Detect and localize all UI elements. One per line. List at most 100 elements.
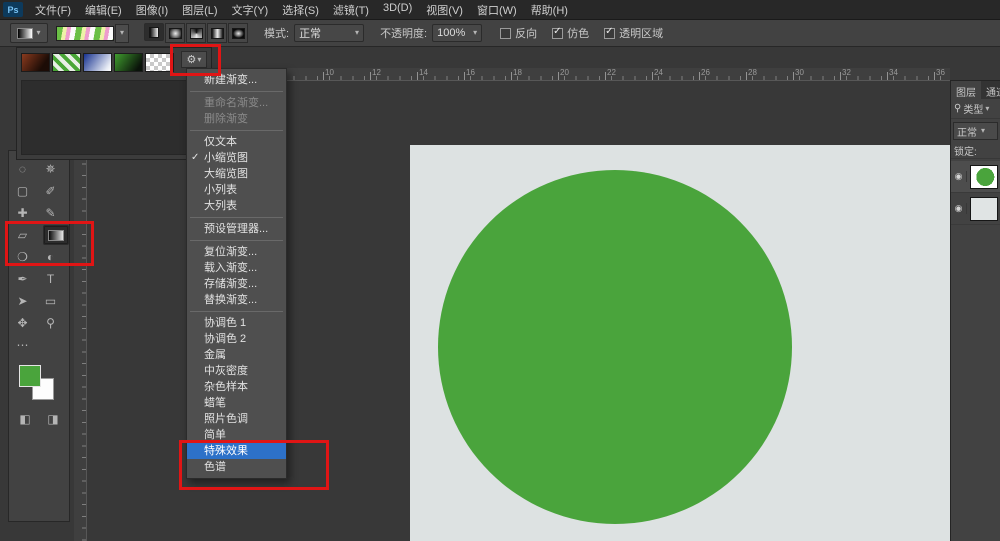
- flyout-menu-item[interactable]: 替换渐变...: [187, 292, 286, 308]
- flyout-menu-item[interactable]: 简单: [187, 427, 286, 443]
- menu-item[interactable]: 图像(I): [129, 2, 175, 18]
- option-checkbox[interactable]: 透明区域: [604, 25, 663, 41]
- flyout-menu-item[interactable]: 重命名渐变...: [187, 95, 286, 111]
- tool-button[interactable]: ◧: [12, 409, 38, 429]
- flyout-menu-item[interactable]: 预设管理器...: [187, 221, 286, 237]
- tool-button[interactable]: ✒: [10, 269, 36, 289]
- option-checkbox[interactable]: 仿色: [552, 25, 589, 41]
- menu-item[interactable]: 编辑(E): [78, 2, 129, 18]
- flyout-menu-item[interactable]: 大列表: [187, 198, 286, 214]
- tool-button[interactable]: [43, 225, 69, 245]
- gradient-swatch[interactable]: [52, 53, 81, 72]
- tab-channels[interactable]: 通道: [981, 81, 1000, 99]
- flyout-menu-item[interactable]: 小列表: [187, 182, 286, 198]
- flyout-menu-item[interactable]: 金属: [187, 347, 286, 363]
- visibility-eye-icon[interactable]: ◉: [951, 171, 967, 182]
- gradient-type-button[interactable]: [207, 23, 227, 43]
- menu-item[interactable]: 文字(Y): [225, 2, 276, 18]
- menu-item[interactable]: 选择(S): [275, 2, 326, 18]
- tool-button[interactable]: ⋯: [10, 335, 36, 355]
- tool-button[interactable]: [38, 335, 64, 355]
- flyout-menu-item[interactable]: 照片色调: [187, 411, 286, 427]
- layer-row[interactable]: ◉: [951, 161, 1000, 193]
- tool-button[interactable]: ❍: [10, 247, 36, 267]
- tool-preset-picker[interactable]: ▾: [10, 23, 48, 43]
- flyout-menu-item[interactable]: 蜡笔: [187, 395, 286, 411]
- gradient-swatch[interactable]: [21, 53, 50, 72]
- tool-button[interactable]: ✚: [10, 203, 36, 223]
- gradient-type-button[interactable]: [144, 23, 164, 41]
- flyout-menu-item[interactable]: 复位渐变...: [187, 244, 286, 260]
- layer-row[interactable]: ◉: [951, 193, 1000, 225]
- tool-button[interactable]: ✵: [38, 159, 64, 179]
- flyout-menu-item[interactable]: 仅文本: [187, 134, 286, 150]
- menu-item[interactable]: 窗口(W): [470, 2, 524, 18]
- layer-filter-row[interactable]: ⚲ 类型 ▾: [951, 99, 1000, 119]
- blend-mode-select[interactable]: 正常 ▾: [953, 122, 998, 140]
- gradient-preview[interactable]: [56, 26, 114, 41]
- gradient-swatch[interactable]: [83, 53, 112, 72]
- flyout-menu-item[interactable]: 删除渐变: [187, 111, 286, 127]
- option-checkbox[interactable]: 反向: [500, 25, 537, 41]
- tool-button[interactable]: ▭: [38, 291, 64, 311]
- menu-item[interactable]: 滤镜(T): [326, 2, 376, 18]
- flyout-menu-item[interactable]: [190, 311, 283, 312]
- tool-button[interactable]: ✥: [10, 313, 36, 333]
- gradient-swatch[interactable]: [114, 53, 143, 72]
- chevron-down-icon: ▾: [985, 105, 989, 113]
- tool-row: ✥ ⚲: [10, 313, 69, 333]
- tool-button[interactable]: ✐: [38, 181, 64, 201]
- mode-select[interactable]: 正常 ▾: [294, 24, 364, 42]
- flyout-menu-item[interactable]: 大缩览图: [187, 166, 286, 182]
- checkbox-label: 仿色: [567, 25, 589, 41]
- checkbox-box[interactable]: [604, 28, 615, 39]
- flyout-menu-item[interactable]: 特殊效果: [187, 443, 286, 459]
- flyout-menu-item[interactable]: 载入渐变...: [187, 260, 286, 276]
- gradient-type-button[interactable]: [165, 23, 185, 43]
- visibility-eye-icon[interactable]: ◉: [951, 203, 967, 214]
- flyout-menu-item[interactable]: 新建渐变...: [187, 72, 286, 88]
- tab-layers[interactable]: 图层: [951, 81, 981, 99]
- ruler-number: 34: [887, 68, 934, 77]
- checkbox-label: 反向: [515, 25, 537, 41]
- checkbox-box[interactable]: [552, 28, 563, 39]
- gradient-swatch[interactable]: [145, 53, 174, 72]
- flyout-menu-item[interactable]: 色谱: [187, 459, 286, 475]
- flyout-menu-item[interactable]: 协调色 1: [187, 315, 286, 331]
- layer-thumbnail[interactable]: [970, 197, 998, 221]
- checkbox-box[interactable]: [500, 28, 511, 39]
- tool-button[interactable]: ◌: [10, 159, 36, 179]
- foreground-color-swatch[interactable]: [19, 365, 41, 387]
- tool-button[interactable]: ▱: [10, 225, 36, 245]
- canvas-document[interactable]: [410, 145, 950, 541]
- opacity-select[interactable]: 100% ▾: [432, 24, 482, 42]
- tool-button[interactable]: ◨: [40, 409, 66, 429]
- flyout-menu-item[interactable]: [190, 240, 283, 241]
- menu-item[interactable]: 文件(F): [28, 2, 78, 18]
- flyout-menu-item[interactable]: 存储渐变...: [187, 276, 286, 292]
- tool-button[interactable]: T: [38, 269, 64, 289]
- menu-item[interactable]: 图层(L): [175, 2, 224, 18]
- flyout-menu-item[interactable]: [190, 130, 283, 131]
- flyout-menu-item[interactable]: 杂色样本: [187, 379, 286, 395]
- tool-button[interactable]: ◐: [38, 247, 64, 267]
- flyout-menu-item[interactable]: 中灰密度: [187, 363, 286, 379]
- menu-item[interactable]: 视图(V): [419, 2, 470, 18]
- layer-thumbnail[interactable]: [970, 165, 998, 189]
- flyout-menu-item[interactable]: 协调色 2: [187, 331, 286, 347]
- tool-button[interactable]: ➤: [10, 291, 36, 311]
- opacity-label: 不透明度:: [380, 25, 427, 41]
- menu-item[interactable]: 3D(D): [376, 2, 419, 18]
- tool-button[interactable]: ✎: [38, 203, 64, 223]
- flyout-menu-item-label: 载入渐变...: [204, 262, 257, 274]
- tool-button[interactable]: ⚲: [38, 313, 64, 333]
- gradient-type-button[interactable]: [186, 23, 206, 43]
- flyout-menu-item[interactable]: ✓ 小缩览图: [187, 150, 286, 166]
- menu-item[interactable]: 帮助(H): [524, 2, 575, 18]
- flyout-menu-item[interactable]: [190, 217, 283, 218]
- gradient-picker-open-button[interactable]: ▾: [115, 24, 129, 43]
- gradient-picker-menu-button[interactable]: ⚙ ▾: [181, 51, 207, 68]
- flyout-menu-item[interactable]: [190, 91, 283, 92]
- gradient-type-button[interactable]: [228, 23, 248, 43]
- tool-button[interactable]: ▢: [10, 181, 36, 201]
